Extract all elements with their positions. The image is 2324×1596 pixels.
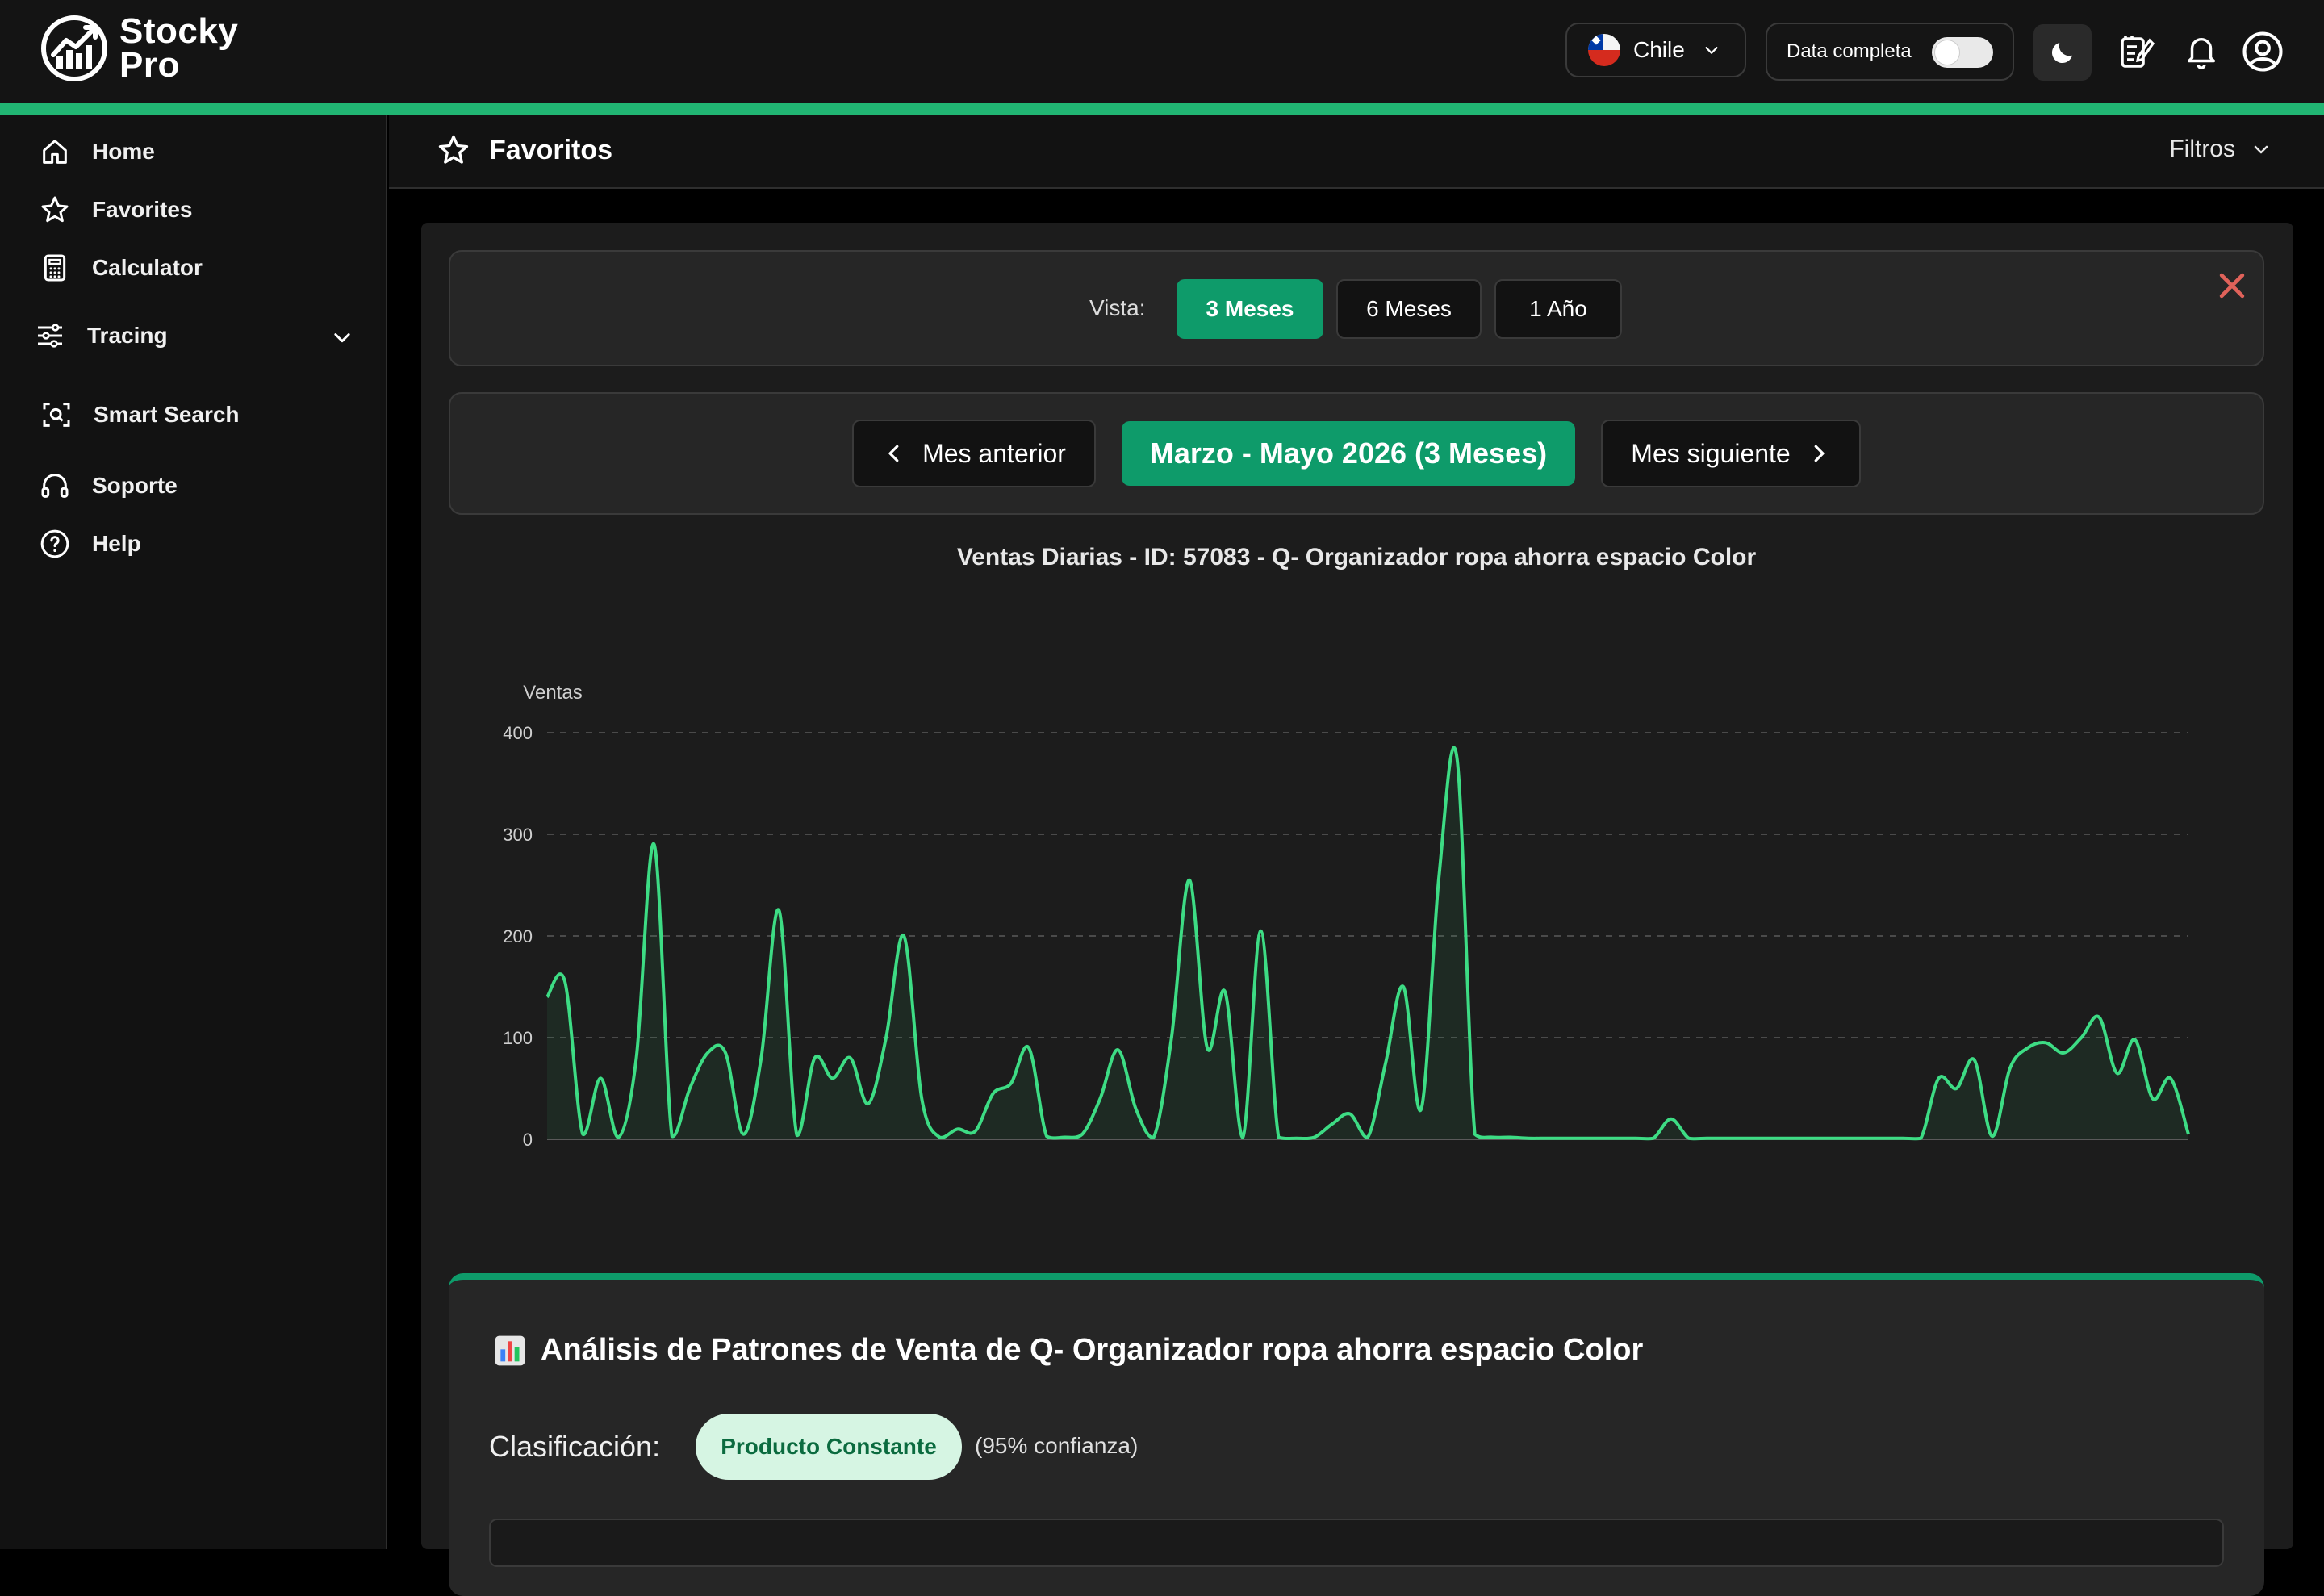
- country-label: Chile: [1633, 37, 1685, 62]
- view-1-ano-button[interactable]: 1 Año: [1494, 279, 1622, 339]
- sidebar-item-calculator[interactable]: Calculator: [39, 249, 203, 287]
- classification-badge: Producto Constante: [696, 1414, 962, 1480]
- page-header: Favoritos Filtros: [389, 115, 2324, 189]
- filters-label: Filtros: [2169, 136, 2235, 162]
- star-icon: [438, 135, 469, 164]
- chart-title: Ventas Diarias - ID: 57083 - Q- Organiza…: [956, 544, 1757, 570]
- filters-dropdown[interactable]: Filtros: [2169, 136, 2271, 163]
- current-period-label: Marzo - Mayo 2026 (3 Meses): [1122, 421, 1575, 486]
- sidebar-item-label: Home: [92, 139, 155, 164]
- y-tick-label: 200: [503, 926, 533, 946]
- chevron-left-icon: [888, 445, 899, 462]
- next-month-label: Mes siguiente: [1631, 438, 1791, 468]
- dark-mode-button[interactable]: [2034, 24, 2092, 81]
- moon-icon: [2051, 43, 2072, 64]
- notes-icon: [2121, 36, 2155, 68]
- calculator-icon: [44, 254, 66, 282]
- classification-label: Clasificación:: [489, 1430, 661, 1463]
- logo-line-2: Pro: [119, 45, 180, 85]
- help-circle-icon: [40, 529, 69, 558]
- notifications-button[interactable]: [2179, 29, 2224, 74]
- sidebar-item-help[interactable]: Help: [39, 524, 141, 563]
- view-6-meses-button[interactable]: 6 Meses: [1336, 279, 1482, 339]
- y-axis-label: Ventas: [523, 682, 582, 704]
- sidebar-item-favorites[interactable]: Favorites: [39, 190, 193, 229]
- sidebar-item-label: Soporte: [92, 473, 178, 498]
- sidebar-item-tracing[interactable]: Tracing: [34, 316, 168, 355]
- sidebar-item-label: Smart Search: [94, 402, 240, 427]
- notes-button[interactable]: [2113, 29, 2158, 74]
- page-title-text: Favoritos: [489, 134, 613, 165]
- view-label: Vista:: [1089, 295, 1146, 320]
- y-tick-label: 400: [503, 723, 533, 743]
- user-icon: [2242, 31, 2283, 72]
- chile-flag-icon: [1588, 34, 1620, 66]
- chevron-right-icon: [1814, 445, 1825, 462]
- chevron-down-icon: [1705, 47, 1718, 54]
- daily-sales-chart: Ventas 0 100 200 300 400: [503, 682, 2190, 1150]
- country-selector[interactable]: Chile: [1565, 23, 1746, 77]
- analysis-title-text: Análisis de Patrones de Venta de Q- Orga…: [541, 1333, 1644, 1367]
- logo-text: Stocky Pro: [119, 11, 239, 85]
- close-icon[interactable]: [2214, 268, 2250, 303]
- prev-month-button[interactable]: Mes anterior: [852, 420, 1096, 487]
- sidebar-item-label: Favorites: [92, 197, 193, 222]
- data-completa-toggle[interactable]: Data completa: [1766, 23, 2014, 81]
- app-logo[interactable]: Stocky Pro: [39, 13, 238, 84]
- prev-month-label: Mes anterior: [922, 438, 1066, 468]
- chevron-down-icon[interactable]: [331, 326, 353, 349]
- toggle-knob: [1935, 40, 1959, 65]
- top-bar: Stocky Pro Chile Data completa: [0, 0, 2324, 103]
- sidebar: Home Favorites Calculator Tracing Smart …: [0, 115, 387, 1549]
- sidebar-item-smart-search[interactable]: Smart Search: [40, 395, 240, 434]
- bell-icon: [2187, 38, 2216, 69]
- chevron-down-icon: [2254, 145, 2268, 154]
- data-completa-label: Data completa: [1787, 40, 1912, 62]
- view-3-meses-button[interactable]: 3 Meses: [1177, 279, 1323, 339]
- profile-button[interactable]: [2240, 29, 2285, 74]
- sidebar-item-home[interactable]: Home: [39, 132, 155, 171]
- star-icon: [41, 196, 69, 223]
- bar-chart-emoji-icon: [495, 1335, 525, 1365]
- home-icon: [43, 140, 67, 164]
- logo-line-1: Stocky: [119, 11, 239, 51]
- scan-search-icon: [43, 403, 70, 427]
- toggle-switch[interactable]: [1932, 37, 1993, 68]
- y-tick-label: 0: [523, 1130, 533, 1150]
- analysis-detail-box: [489, 1519, 2224, 1567]
- next-month-button[interactable]: Mes siguiente: [1601, 420, 1861, 487]
- y-tick-label: 100: [503, 1028, 533, 1048]
- y-tick-label: 300: [503, 825, 533, 845]
- accent-line: [0, 103, 2324, 115]
- sliders-icon: [38, 324, 62, 348]
- sidebar-item-soporte[interactable]: Soporte: [39, 466, 178, 505]
- sidebar-item-label: Tracing: [87, 323, 168, 348]
- confidence-text: (95% confianza): [975, 1433, 1139, 1458]
- sidebar-item-label: Calculator: [92, 255, 203, 280]
- stocky-chart-logo-icon: [41, 15, 107, 81]
- analysis-title: Análisis de Patrones de Venta de Q- Orga…: [494, 1333, 1643, 1368]
- page-title: Favoritos: [436, 132, 612, 168]
- sidebar-item-label: Help: [92, 531, 141, 556]
- headset-icon: [41, 474, 69, 498]
